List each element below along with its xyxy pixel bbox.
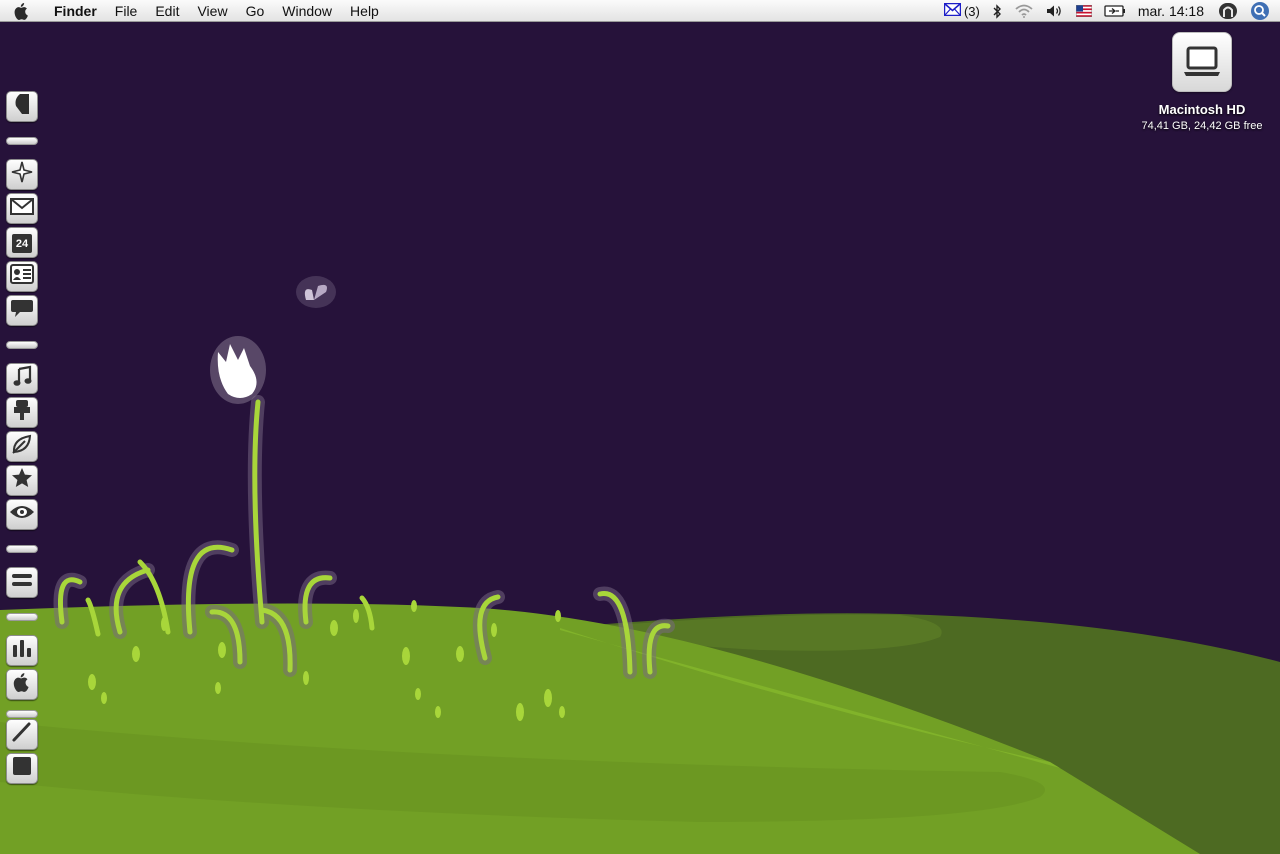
dock-finder[interactable] bbox=[6, 91, 38, 122]
pen-icon bbox=[11, 721, 33, 748]
menu-window[interactable]: Window bbox=[273, 0, 341, 22]
volume-icon[interactable] bbox=[1046, 0, 1064, 22]
speech-bubble-icon bbox=[10, 298, 34, 323]
mail-status[interactable]: (3) bbox=[943, 0, 980, 22]
dock-separator bbox=[6, 613, 38, 621]
mail-count: (3) bbox=[963, 3, 980, 19]
wifi-icon[interactable] bbox=[1014, 0, 1034, 22]
finder-icon bbox=[12, 93, 32, 120]
address-card-icon bbox=[10, 264, 34, 289]
envelope-icon bbox=[10, 197, 34, 220]
bar-chart-icon bbox=[11, 637, 33, 664]
us-flag-icon[interactable] bbox=[1075, 0, 1092, 22]
dock-separator bbox=[6, 710, 38, 718]
dock-list[interactable] bbox=[6, 567, 38, 598]
menu-file[interactable]: File bbox=[106, 0, 147, 22]
star-icon bbox=[11, 467, 33, 494]
dock-favorites[interactable] bbox=[6, 465, 38, 496]
camera-stand-icon bbox=[12, 398, 32, 427]
dock-separator bbox=[6, 137, 38, 145]
list-icon bbox=[11, 572, 33, 593]
hd-icon-detail: 74,41 GB, 24,42 GB free bbox=[1141, 120, 1263, 132]
dock-stop[interactable] bbox=[6, 753, 38, 784]
dock: 24 bbox=[6, 88, 38, 788]
dock-preview[interactable] bbox=[6, 499, 38, 530]
dock-utilities[interactable] bbox=[6, 431, 38, 462]
app-menu-finder[interactable]: Finder bbox=[44, 0, 106, 22]
apple-menu-icon[interactable] bbox=[14, 2, 44, 20]
menubar-clock[interactable]: mar. 14:18 bbox=[1138, 3, 1204, 19]
dock-separator bbox=[6, 545, 38, 553]
dock-mail[interactable] bbox=[6, 193, 38, 224]
desktop-wallpaper bbox=[0, 22, 1280, 854]
compass-icon bbox=[11, 161, 33, 188]
menu-go[interactable]: Go bbox=[237, 0, 274, 22]
hd-icon-name: Macintosh HD bbox=[1158, 102, 1246, 117]
bluetooth-icon[interactable] bbox=[992, 0, 1002, 22]
dock-ichat[interactable] bbox=[6, 295, 38, 326]
dock-activity-monitor[interactable] bbox=[6, 635, 38, 666]
square-icon bbox=[12, 756, 32, 781]
battery-icon[interactable] bbox=[1104, 0, 1126, 22]
dock-itunes[interactable] bbox=[6, 363, 38, 394]
music-note-icon bbox=[12, 365, 32, 392]
calendar-icon: 24 bbox=[11, 232, 33, 254]
mail-icon bbox=[943, 2, 962, 19]
dock-iphoto[interactable] bbox=[6, 397, 38, 428]
macintosh-hd-desktop-icon[interactable]: Macintosh HD 74,41 GB, 24,42 GB free bbox=[1132, 32, 1272, 132]
hard-drive-icon bbox=[1172, 32, 1232, 92]
apple-icon bbox=[13, 672, 31, 697]
menu-help[interactable]: Help bbox=[341, 0, 388, 22]
eye-icon bbox=[9, 504, 35, 525]
dock-address-book[interactable] bbox=[6, 261, 38, 292]
user-icon[interactable] bbox=[1218, 0, 1238, 22]
dock-separator bbox=[6, 341, 38, 349]
dock-textedit[interactable] bbox=[6, 719, 38, 750]
leaf-icon bbox=[11, 433, 33, 460]
dock-ical[interactable]: 24 bbox=[6, 227, 38, 258]
spotlight-icon[interactable] bbox=[1250, 0, 1270, 22]
menu-view[interactable]: View bbox=[188, 0, 236, 22]
dock-apple[interactable] bbox=[6, 669, 38, 700]
menu-edit[interactable]: Edit bbox=[146, 0, 188, 22]
calendar-day: 24 bbox=[15, 237, 29, 250]
menu-bar: Finder File Edit View Go Window Help (3) bbox=[0, 0, 1280, 22]
dock-safari[interactable] bbox=[6, 159, 38, 190]
